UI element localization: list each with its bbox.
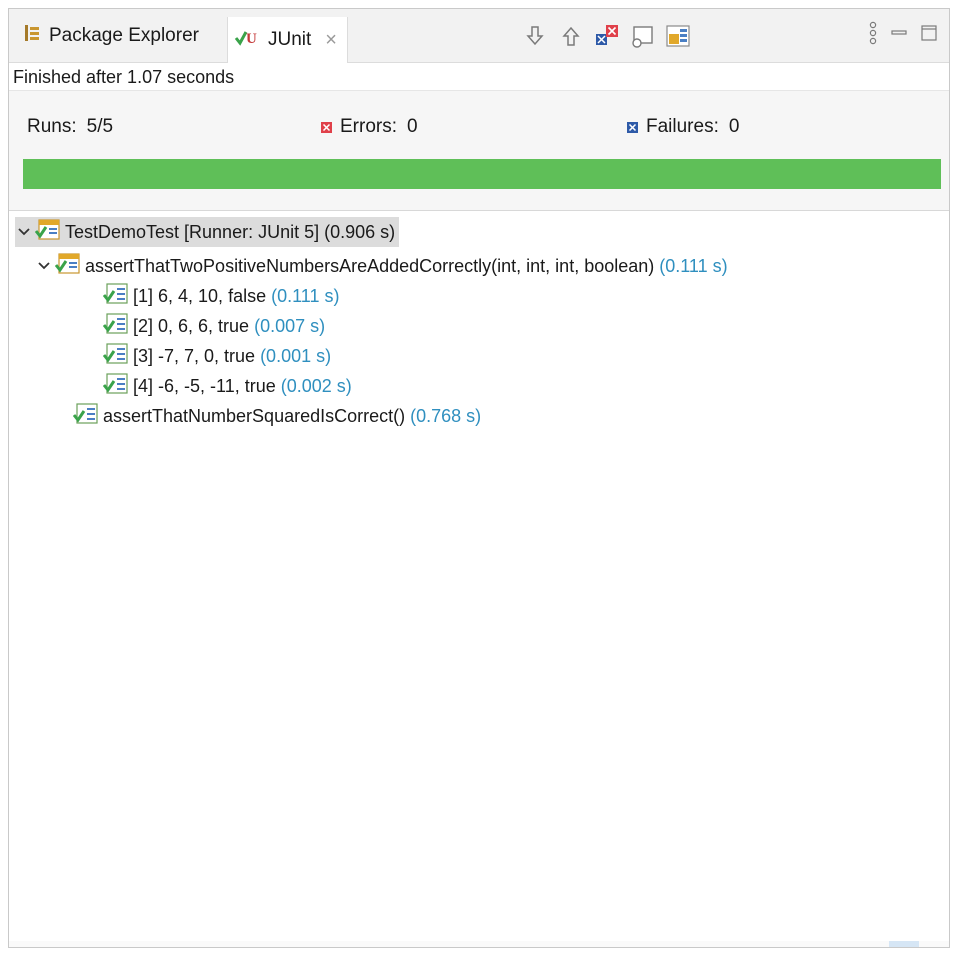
- tree-label: [4] -6, -5, -11, true: [133, 375, 276, 396]
- runs-label: Runs:: [27, 116, 77, 137]
- test-suite-passed-icon: [34, 218, 61, 246]
- counter-panel: Runs: 5/5 Errors: 0 Failures: 0: [9, 91, 949, 211]
- tree-label: TestDemoTest [Runner: JUnit 5]: [65, 221, 320, 242]
- maximize-icon: [921, 25, 937, 41]
- horizontal-scrollbar[interactable]: [9, 941, 949, 947]
- progress-bar-fill: [23, 159, 941, 189]
- junit-toolbar: [521, 19, 693, 53]
- tree-time: (0.906 s): [324, 221, 396, 242]
- tree-label: assertThatNumberSquaredIsCorrect(): [103, 405, 406, 426]
- rerun-test-button[interactable]: [665, 21, 693, 51]
- test-suite-passed-icon: [54, 252, 81, 280]
- tree-time: (0.001 s): [260, 345, 332, 366]
- test-passed-icon: [102, 342, 129, 370]
- tree-row-test-class[interactable]: TestDemoTest [Runner: JUnit 5] (0.906 s): [15, 217, 400, 247]
- test-passed-icon: [102, 282, 129, 310]
- tab-junit[interactable]: U JUnit ×: [227, 17, 348, 63]
- tree-label: [3] -7, 7, 0, true: [133, 345, 256, 366]
- show-failures-only-button[interactable]: [593, 21, 621, 51]
- scroll-lock-button[interactable]: [629, 21, 657, 51]
- runs-value: 5/5: [86, 116, 114, 137]
- test-passed-icon: [102, 312, 129, 340]
- tab-junit-label: JUnit: [268, 29, 312, 50]
- tree-time: (0.111 s): [659, 255, 728, 276]
- next-failure-button[interactable]: [521, 21, 549, 51]
- failure-icon: [627, 121, 638, 133]
- tree-row-test-method[interactable]: assertThatNumberSquaredIsCorrect() (0.76…: [72, 401, 482, 431]
- test-tree: TestDemoTest [Runner: JUnit 5] (0.906 s)…: [9, 213, 949, 943]
- test-passed-icon: [72, 402, 99, 430]
- tree-row-test-case[interactable]: [1] 6, 4, 10, false (0.111 s): [102, 281, 340, 311]
- svg-text:U: U: [246, 31, 257, 47]
- view-menu-controls: [869, 21, 937, 50]
- previous-failure-button[interactable]: [557, 21, 585, 51]
- arrow-up-icon: [562, 26, 580, 46]
- tree-row-parameterized-test[interactable]: assertThatTwoPositiveNumbersAreAddedCorr…: [35, 251, 728, 281]
- chevron-down-icon[interactable]: [15, 227, 33, 237]
- errors-value: 0: [407, 116, 418, 137]
- junit-icon: U: [234, 26, 260, 54]
- tree-time: (0.768 s): [410, 405, 482, 426]
- tree-label: assertThatTwoPositiveNumbersAreAddedCorr…: [85, 255, 655, 276]
- minimize-button[interactable]: [891, 25, 907, 46]
- tree-label: [1] 6, 4, 10, false: [133, 285, 267, 306]
- failures-only-icon: [596, 25, 618, 45]
- junit-view: Package Explorer U JUnit × Finished afte…: [8, 8, 950, 948]
- progress-bar: [23, 159, 941, 189]
- error-icon: [321, 121, 332, 133]
- run-status-text: Finished after 1.07 seconds: [9, 65, 949, 91]
- view-tab-bar: Package Explorer U JUnit ×: [9, 9, 949, 63]
- scroll-lock-icon: [632, 26, 653, 48]
- tree-row-test-case[interactable]: [4] -6, -5, -11, true (0.002 s): [102, 371, 352, 401]
- runs-counter: Runs: 5/5: [27, 116, 113, 138]
- arrow-down-icon: [526, 26, 544, 46]
- kebab-menu-icon: [869, 21, 877, 45]
- tree-time: (0.002 s): [280, 375, 352, 396]
- tree-time: (0.007 s): [254, 315, 326, 336]
- tree-time: (0.111 s): [271, 285, 340, 306]
- tree-row-test-case[interactable]: [3] -7, 7, 0, true (0.001 s): [102, 341, 332, 371]
- tab-package-explorer[interactable]: Package Explorer: [23, 17, 199, 55]
- failures-value: 0: [728, 116, 740, 137]
- close-icon[interactable]: ×: [325, 29, 337, 52]
- errors-counter: Errors: 0: [321, 116, 418, 138]
- tree-label: [2] 0, 6, 6, true: [133, 315, 250, 336]
- package-explorer-icon: [23, 24, 41, 48]
- tab-package-explorer-label: Package Explorer: [49, 25, 199, 46]
- failures-counter: Failures: 0: [627, 116, 739, 138]
- failures-label: Failures:: [646, 116, 719, 137]
- test-passed-icon: [102, 372, 129, 400]
- tree-row-test-case[interactable]: [2] 0, 6, 6, true (0.007 s): [102, 311, 326, 341]
- scrollbar-thumb[interactable]: [889, 941, 919, 947]
- view-menu-button[interactable]: [869, 21, 877, 50]
- minimize-icon: [891, 30, 907, 35]
- maximize-button[interactable]: [921, 25, 937, 46]
- errors-label: Errors:: [340, 116, 397, 137]
- chevron-down-icon[interactable]: [35, 261, 53, 271]
- test-history-icon: [666, 25, 690, 47]
